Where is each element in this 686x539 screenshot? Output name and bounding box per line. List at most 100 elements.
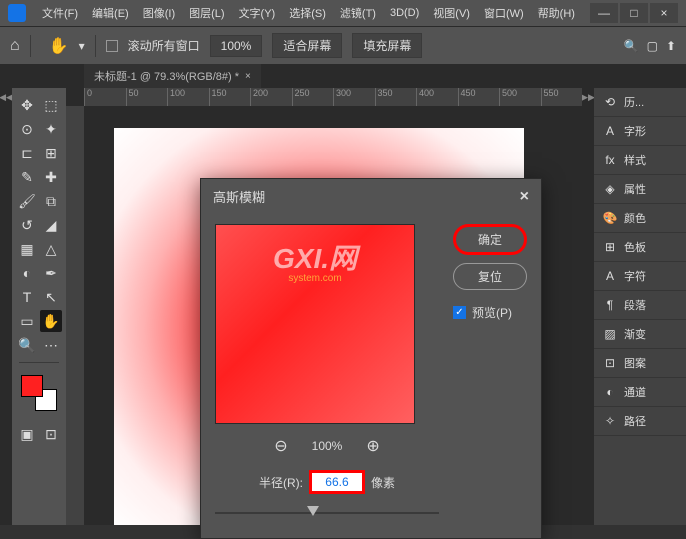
menu-text[interactable]: 文字(Y): [233, 3, 282, 23]
app-logo: [8, 4, 26, 22]
panel-properties[interactable]: ◈属性: [594, 175, 686, 204]
wand-tool[interactable]: ✦: [40, 118, 62, 140]
reset-button[interactable]: 复位: [453, 263, 527, 290]
character-icon: A: [602, 269, 618, 283]
panel-swatches[interactable]: ⊞色板: [594, 233, 686, 262]
tools-panel: ✥⬚ ⊙✦ ⊏⊞ ✎✚ 🖌⧉ ↺◢ ▦△ ◐✒ T↖ ▭✋ 🔍⋯ ▣⊡: [12, 88, 66, 525]
zoom-out-button[interactable]: ⊖: [274, 436, 287, 456]
stamp-tool[interactable]: ⧉: [40, 190, 62, 212]
minimize-button[interactable]: —: [590, 3, 618, 23]
search-icon[interactable]: 🔍: [624, 39, 639, 53]
document-tabs: 未标题-1 @ 79.3%(RGB/8#) * ×: [0, 64, 686, 88]
options-bar: ⌂ ✋ ▾ 滚动所有窗口 100% 适合屏幕 填充屏幕 🔍 ▢ ⬆: [0, 26, 686, 64]
scroll-all-checkbox[interactable]: [106, 40, 118, 52]
close-tab-icon[interactable]: ×: [245, 71, 251, 82]
more-tools[interactable]: ⋯: [40, 334, 62, 356]
lasso-tool[interactable]: ⊙: [16, 118, 38, 140]
watermark: GXI.网 system.com: [216, 237, 414, 284]
foreground-color[interactable]: [21, 375, 43, 397]
panel-character[interactable]: A字符: [594, 262, 686, 291]
crop-tool[interactable]: ⊏: [16, 142, 38, 164]
panel-paths[interactable]: ✧路径: [594, 407, 686, 436]
preview-image[interactable]: GXI.网 system.com: [215, 224, 415, 424]
gaussian-blur-dialog: 高斯模糊 × GXI.网 system.com ⊖ 100% ⊕ 半径(R): …: [200, 178, 542, 539]
fit-screen-button[interactable]: 适合屏幕: [272, 33, 342, 58]
paths-icon: ✧: [602, 414, 618, 428]
channels-icon: ◐: [602, 385, 618, 399]
preview-label: 预览(P): [472, 304, 512, 321]
preview-zoom: 100%: [312, 439, 343, 453]
shape-tool[interactable]: ▭: [16, 310, 38, 332]
menu-filter[interactable]: 滤镜(T): [334, 3, 382, 23]
frame-tool[interactable]: ⊞: [40, 142, 62, 164]
fill-screen-button[interactable]: 填充屏幕: [352, 33, 422, 58]
scroll-all-label: 滚动所有窗口: [128, 37, 200, 54]
menu-file[interactable]: 文件(F): [36, 3, 84, 23]
eyedropper-tool[interactable]: ✎: [16, 166, 38, 188]
panel-history[interactable]: ⟲历...: [594, 88, 686, 117]
zoom-in-button[interactable]: ⊕: [366, 436, 379, 456]
home-icon[interactable]: ⌂: [10, 37, 20, 55]
panel-styles[interactable]: fx样式: [594, 146, 686, 175]
panel-glyphs[interactable]: A字形: [594, 117, 686, 146]
marquee-tool[interactable]: ⬚: [40, 94, 62, 116]
menu-edit[interactable]: 编辑(E): [86, 3, 135, 23]
blur-tool[interactable]: △: [40, 238, 62, 260]
menubar: 文件(F) 编辑(E) 图像(I) 图层(L) 文字(Y) 选择(S) 滤镜(T…: [0, 0, 686, 26]
panel-collapse-right[interactable]: ▶▶: [582, 88, 594, 525]
brush-tool[interactable]: 🖌: [16, 190, 38, 212]
menu-layer[interactable]: 图层(L): [183, 3, 230, 23]
menu-view[interactable]: 视图(V): [427, 3, 476, 23]
panel-paragraph[interactable]: ¶段落: [594, 291, 686, 320]
hand-tool[interactable]: ✋: [40, 310, 62, 332]
right-panels: ⟲历... A字形 fx样式 ◈属性 🎨颜色 ⊞色板 A字符 ¶段落 ▨渐变 ⊡…: [594, 88, 686, 525]
move-tool[interactable]: ✥: [16, 94, 38, 116]
menu-image[interactable]: 图像(I): [137, 3, 181, 23]
panel-color[interactable]: 🎨颜色: [594, 204, 686, 233]
share-icon[interactable]: ⬆: [666, 39, 676, 53]
workspace-icon[interactable]: ▢: [647, 39, 658, 53]
path-tool[interactable]: ↖: [40, 286, 62, 308]
close-button[interactable]: ×: [650, 3, 678, 23]
fx-icon: fx: [602, 153, 618, 167]
ok-button[interactable]: 确定: [453, 224, 527, 255]
zoom-level[interactable]: 100%: [210, 35, 263, 57]
gradient-tool[interactable]: ▦: [16, 238, 38, 260]
menu-help[interactable]: 帮助(H): [532, 3, 581, 23]
preview-checkbox[interactable]: ✓: [453, 306, 466, 319]
heal-tool[interactable]: ✚: [40, 166, 62, 188]
radius-input[interactable]: [312, 473, 362, 491]
radius-unit: 像素: [371, 474, 395, 491]
history-icon: ⟲: [602, 95, 618, 109]
hand-tool-icon[interactable]: ✋: [49, 36, 69, 56]
pen-tool[interactable]: ✒: [40, 262, 62, 284]
gradient-icon: ▨: [602, 327, 618, 341]
history-brush-tool[interactable]: ↺: [16, 214, 38, 236]
panel-pattern[interactable]: ⊡图案: [594, 349, 686, 378]
eraser-tool[interactable]: ◢: [40, 214, 62, 236]
dialog-close-button[interactable]: ×: [520, 188, 529, 206]
maximize-button[interactable]: □: [620, 3, 648, 23]
ruler-horizontal: 050100150200250300350400450500550: [84, 88, 582, 106]
color-icon: 🎨: [602, 211, 618, 225]
panel-gradient[interactable]: ▨渐变: [594, 320, 686, 349]
panel-collapse-left[interactable]: ◀◀: [0, 88, 12, 525]
slider-thumb[interactable]: [307, 506, 319, 516]
document-tab[interactable]: 未标题-1 @ 79.3%(RGB/8#) * ×: [84, 64, 261, 88]
glyph-icon: A: [602, 124, 618, 138]
radius-slider[interactable]: [215, 502, 439, 518]
radius-label: 半径(R):: [259, 474, 303, 491]
color-swatches[interactable]: [21, 375, 57, 411]
dodge-tool[interactable]: ◐: [16, 262, 38, 284]
properties-icon: ◈: [602, 182, 618, 196]
type-tool[interactable]: T: [16, 286, 38, 308]
menu-3d[interactable]: 3D(D): [384, 5, 425, 21]
quickmask-tool[interactable]: ▣: [16, 423, 38, 445]
zoom-tool[interactable]: 🔍: [16, 334, 38, 356]
paragraph-icon: ¶: [602, 298, 618, 312]
dialog-title: 高斯模糊: [213, 187, 265, 206]
menu-window[interactable]: 窗口(W): [478, 3, 530, 23]
menu-select[interactable]: 选择(S): [283, 3, 332, 23]
panel-channels[interactable]: ◐通道: [594, 378, 686, 407]
screenmode-tool[interactable]: ⊡: [40, 423, 62, 445]
